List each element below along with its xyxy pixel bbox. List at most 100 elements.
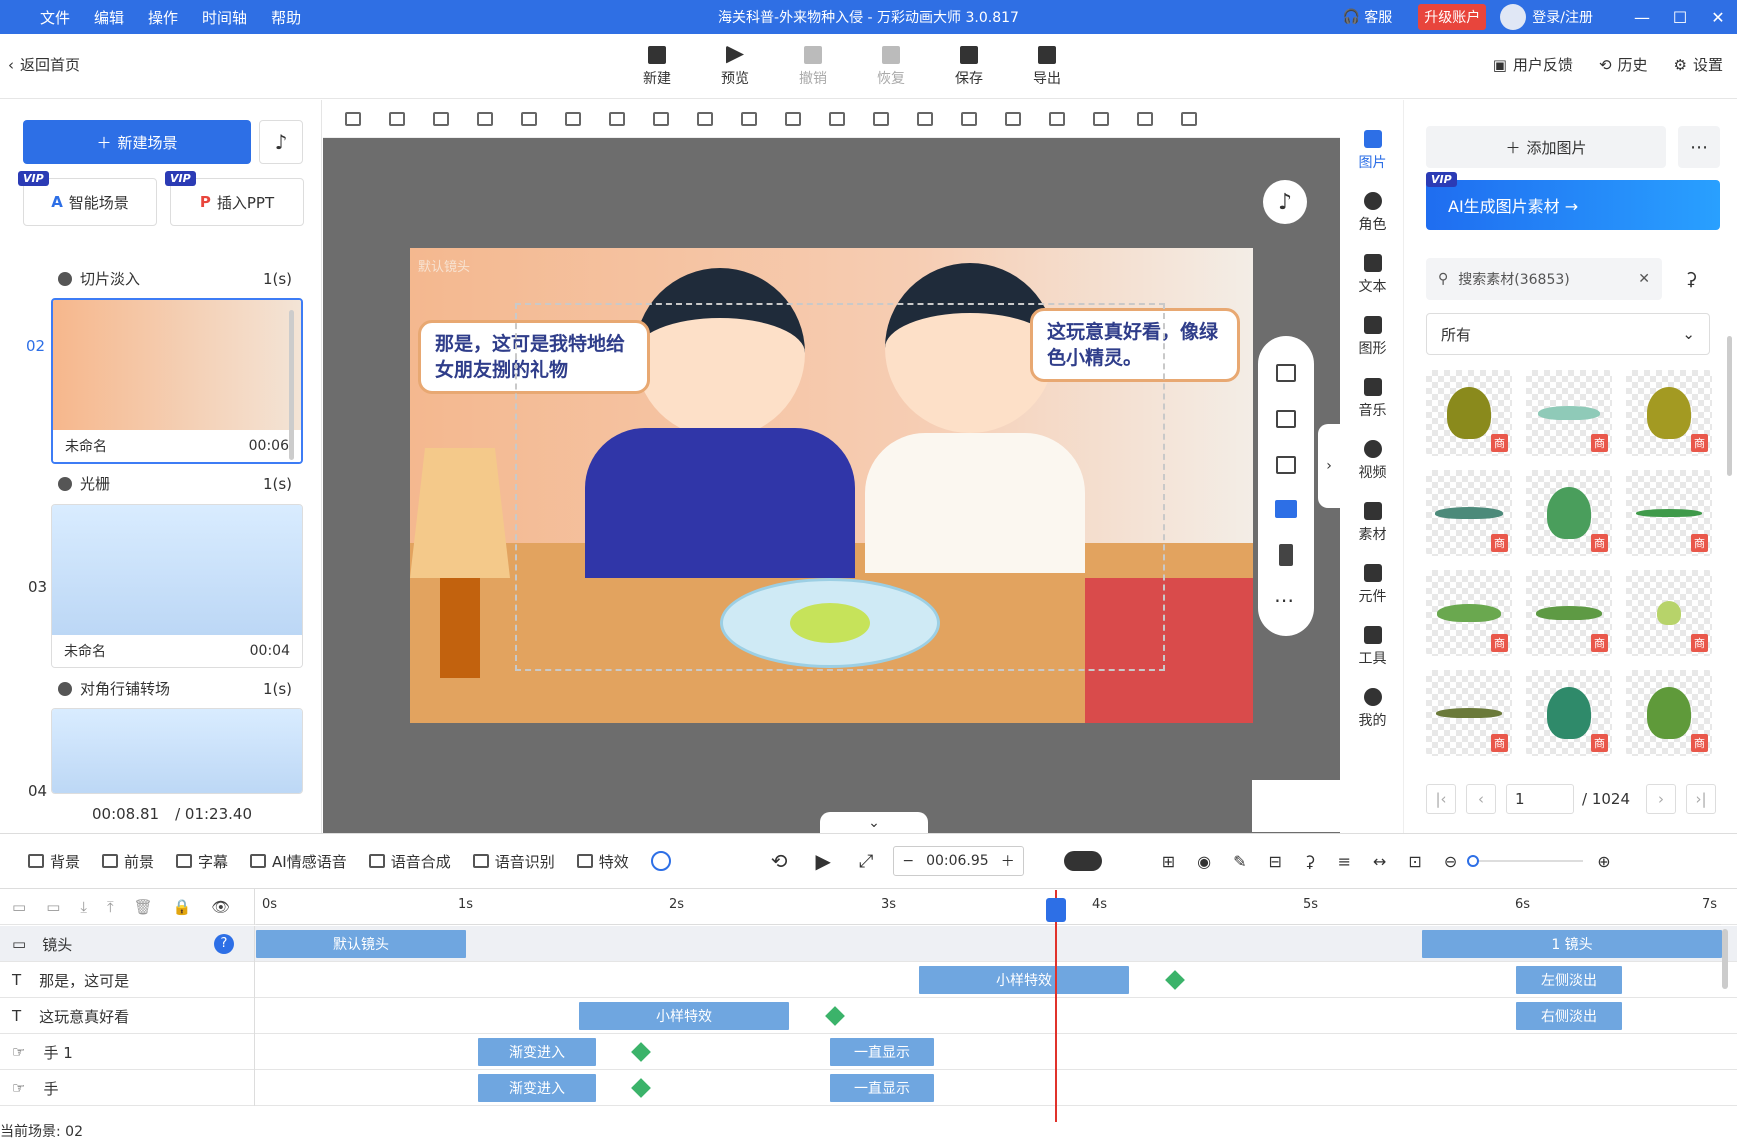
scene-thumbnail[interactable] bbox=[51, 708, 303, 794]
asset-thumb[interactable]: 商 bbox=[1626, 570, 1712, 656]
background-button[interactable]: 背景 bbox=[28, 851, 80, 872]
scene-stage[interactable]: 默认镜头 那是，这可是我特地给女朋友捌的礼物 这玩意真好看，像绿色小精灵。 bbox=[410, 248, 1253, 723]
menu-help[interactable]: 帮助 bbox=[271, 7, 301, 28]
settings-button[interactable]: ⚙ 设置 bbox=[1674, 54, 1723, 75]
lock-icon[interactable] bbox=[1276, 456, 1296, 474]
selection-box[interactable] bbox=[515, 303, 1165, 671]
keyframe-add-icon[interactable] bbox=[631, 1078, 651, 1098]
filter-icon[interactable]: ⚳ bbox=[1304, 852, 1316, 871]
align-vcenter-icon[interactable] bbox=[961, 111, 977, 126]
rotate-icon[interactable] bbox=[1276, 410, 1296, 428]
timeline-clip[interactable]: 一直显示 bbox=[830, 1038, 934, 1066]
home-icon[interactable] bbox=[389, 111, 405, 126]
ratio-icon[interactable]: ⊡ bbox=[1408, 852, 1421, 871]
asset-thumb[interactable]: 商 bbox=[1426, 670, 1512, 756]
timeline-clip[interactable]: 左侧淡出 bbox=[1516, 966, 1622, 994]
zoom-slider[interactable] bbox=[1467, 855, 1584, 867]
subtitle-button[interactable]: 字幕 bbox=[176, 851, 228, 872]
login-link[interactable]: 登录/注册 bbox=[1532, 7, 1593, 27]
asset-thumb[interactable]: 商 bbox=[1626, 470, 1712, 556]
category-music[interactable]: 音乐 bbox=[1341, 368, 1404, 430]
plus-icon[interactable]: ＋ bbox=[1001, 851, 1015, 871]
align-left-icon[interactable] bbox=[917, 111, 933, 126]
export-button[interactable]: 导出 bbox=[1008, 34, 1086, 99]
zoom-in-icon[interactable]: ⊕ bbox=[1597, 852, 1610, 871]
collapse-timeline-icon[interactable]: ⌄ bbox=[820, 812, 928, 833]
music-note-icon[interactable]: ♪ bbox=[1263, 180, 1307, 224]
move-down-icon[interactable]: ⤓ bbox=[80, 898, 87, 916]
time-stepper[interactable]: −00:06.95 ＋ bbox=[893, 846, 1024, 876]
fit-icon[interactable]: ⊞ bbox=[1162, 852, 1175, 871]
page-input[interactable]: 1 bbox=[1506, 784, 1574, 814]
menu-file[interactable]: 文件 bbox=[40, 7, 70, 28]
asset-thumb[interactable]: 商 bbox=[1526, 470, 1612, 556]
next-page-icon[interactable]: › bbox=[1646, 784, 1676, 814]
ai-generate-banner[interactable]: VIP AI生成图片素材 → bbox=[1426, 172, 1720, 230]
service-link[interactable]: 客服 bbox=[1364, 7, 1392, 27]
new-button[interactable]: 新建 bbox=[618, 34, 696, 99]
playhead[interactable] bbox=[1055, 890, 1057, 1122]
track-row[interactable]: T 那是，这可是 小样特效 左侧淡出 bbox=[0, 962, 1737, 998]
delete-icon[interactable] bbox=[609, 111, 625, 126]
keyframe-add-icon[interactable] bbox=[825, 1006, 845, 1026]
track-row[interactable]: ▭ 镜头? 默认镜头 1 镜头 bbox=[0, 926, 1737, 962]
expand-icon[interactable]: ↔ bbox=[1373, 852, 1386, 871]
category-role[interactable]: 角色 bbox=[1341, 182, 1404, 244]
zoom-out-icon[interactable]: ⊖ bbox=[1444, 852, 1457, 871]
menu-edit[interactable]: 编辑 bbox=[94, 7, 124, 28]
transition-item[interactable]: 光栅 1(s) bbox=[58, 473, 292, 494]
replay-icon[interactable]: ⟲ bbox=[771, 849, 788, 873]
track-row[interactable]: ☞ 手 渐变进入 一直显示 bbox=[0, 1070, 1737, 1106]
avatar[interactable] bbox=[1500, 4, 1527, 30]
track-row[interactable]: T 这玩意真好看 小样特效 右侧淡出 bbox=[0, 998, 1737, 1034]
track-row[interactable]: ☞ 手 1 渐变进入 一直显示 bbox=[0, 1034, 1737, 1070]
edit-icon[interactable]: ✎ bbox=[1233, 852, 1246, 871]
add-folder-icon[interactable]: ▭ bbox=[12, 898, 26, 916]
asset-thumb[interactable]: 商 bbox=[1426, 470, 1512, 556]
help-icon[interactable]: ? bbox=[214, 934, 234, 954]
align-top-icon[interactable] bbox=[873, 111, 889, 126]
playhead-handle[interactable] bbox=[1046, 898, 1066, 922]
slider-thumb[interactable] bbox=[1467, 855, 1480, 867]
category-mine[interactable]: 我的 bbox=[1341, 678, 1404, 740]
timeline-clip[interactable]: 右侧淡出 bbox=[1516, 1002, 1622, 1030]
asset-thumb[interactable]: 商 bbox=[1526, 570, 1612, 656]
align-middle-icon[interactable] bbox=[785, 111, 801, 126]
filter-icon[interactable]: ⚳ bbox=[1670, 258, 1712, 300]
new-scene-button[interactable]: ＋ 新建场景 bbox=[23, 120, 251, 164]
fullscreen-icon[interactable]: ⤢ bbox=[859, 851, 873, 872]
timeline-clip[interactable]: 1 镜头 bbox=[1422, 930, 1722, 958]
rotate-icon[interactable] bbox=[565, 111, 581, 126]
feedback-button[interactable]: ▣ 用户反馈 bbox=[1493, 54, 1573, 75]
scrollbar[interactable] bbox=[1727, 336, 1732, 476]
foreground-button[interactable]: 前景 bbox=[102, 851, 154, 872]
menu-timeline[interactable]: 时间轴 bbox=[202, 7, 247, 28]
category-material[interactable]: 素材 bbox=[1341, 492, 1404, 554]
distribute-h-icon[interactable] bbox=[829, 111, 845, 126]
transition-item[interactable]: 切片淡入 1(s) bbox=[58, 268, 292, 289]
delete-icon[interactable]: 🗑 bbox=[134, 898, 153, 916]
redo-button[interactable]: 恢复 bbox=[852, 34, 930, 99]
category-video[interactable]: 视频 bbox=[1341, 430, 1404, 492]
category-text[interactable]: 文本 bbox=[1341, 244, 1404, 306]
add-layer-icon[interactable]: ▭ bbox=[46, 898, 60, 916]
first-page-icon[interactable]: |‹ bbox=[1426, 784, 1456, 814]
spacing-icon[interactable] bbox=[1093, 111, 1109, 126]
paste-icon[interactable] bbox=[1181, 111, 1197, 126]
asset-thumb[interactable]: 商 bbox=[1426, 370, 1512, 456]
landscape-screen-icon[interactable] bbox=[1275, 500, 1297, 518]
maximize-icon[interactable]: ☐ bbox=[1661, 8, 1699, 27]
copy-icon[interactable] bbox=[1137, 111, 1153, 126]
transition-item[interactable]: 对角行铺转场 1(s) bbox=[58, 678, 292, 699]
scrollbar[interactable] bbox=[289, 310, 294, 460]
ai-voice-button[interactable]: AI情感语音 bbox=[250, 851, 347, 872]
back-home-link[interactable]: ‹ 返回首页 bbox=[8, 54, 80, 75]
minus-icon[interactable]: − bbox=[902, 853, 914, 869]
play-icon[interactable]: ▶ bbox=[816, 849, 831, 873]
time-ruler[interactable]: 0s 1s 2s 3s 4s 5s 6s 7s bbox=[256, 889, 1721, 925]
group-icon[interactable] bbox=[653, 111, 669, 126]
lock-icon[interactable]: 🔒 bbox=[173, 898, 192, 916]
last-page-icon[interactable]: ›| bbox=[1686, 784, 1716, 814]
tts-button[interactable]: 语音合成 bbox=[368, 851, 451, 872]
camera-icon[interactable]: ◉ bbox=[1197, 852, 1211, 871]
